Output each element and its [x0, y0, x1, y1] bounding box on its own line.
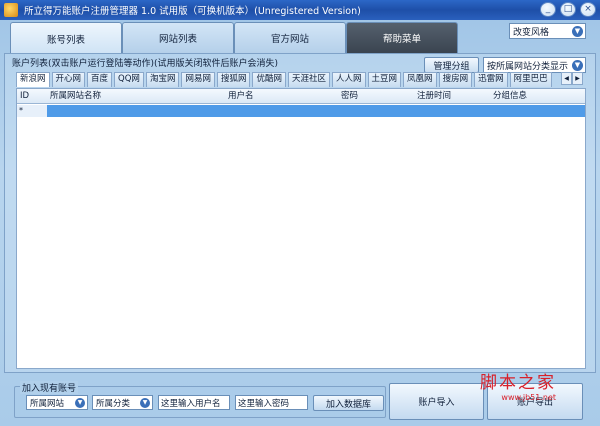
scroll-left-icon[interactable]: ◀	[561, 72, 572, 85]
site-tab[interactable]: 新浪网	[16, 72, 50, 87]
app-icon	[4, 3, 18, 17]
tab-help-menu[interactable]: 帮助菜单	[346, 22, 458, 53]
category-select[interactable]: 所属分类 ▼	[92, 395, 153, 410]
column-header-password[interactable]: 密码	[338, 89, 414, 104]
account-list-caption: 账户列表(双击账户运行登陆等动作)(试用版关闭软件后账户会消失)	[12, 59, 279, 69]
scroll-right-icon[interactable]: ▶	[572, 72, 583, 85]
watermark-url: www.jb51.net	[501, 393, 556, 402]
site-tab[interactable]: 淘宝网	[145, 72, 180, 87]
tab-site-list[interactable]: 网站列表	[122, 22, 234, 53]
site-select[interactable]: 所属网站 ▼	[26, 395, 88, 410]
watermark-text: 脚本之家	[480, 373, 556, 393]
style-select[interactable]: 改变风格 ▼	[509, 23, 586, 39]
site-tab[interactable]: 开心网	[51, 72, 86, 87]
minimize-button[interactable]: _	[540, 2, 556, 17]
new-row-cells[interactable]	[47, 105, 585, 117]
chevron-down-icon: ▼	[140, 398, 150, 408]
site-tab[interactable]: 天涯社区	[288, 72, 331, 87]
site-tab[interactable]: 阿里巴巴	[509, 72, 552, 87]
password-input[interactable]	[235, 395, 308, 410]
group-display-value: 按所属网站分类显示	[487, 61, 569, 72]
window-title: 所立得万能账户注册管理器 1.0 试用版（可换机版本）(Unregistered…	[24, 6, 361, 17]
watermark: 脚本之家 www.jb51.net	[480, 368, 556, 402]
site-tab[interactable]: 优酷网	[252, 72, 286, 87]
site-tab[interactable]: 搜房网	[438, 72, 473, 87]
column-header-reg-time[interactable]: 注册时间	[414, 89, 490, 104]
add-to-database-button[interactable]: 加入数据库	[313, 395, 384, 411]
table-row[interactable]: *	[17, 105, 585, 117]
site-tab[interactable]: 迅雷网	[474, 72, 508, 87]
manage-groups-button[interactable]: 管理分组	[424, 57, 479, 73]
add-account-caption: 加入现有账号	[20, 381, 79, 394]
site-tabs: 新浪网 开心网 百度 QQ网 淘宝网 网易网 搜狐网 优酷网 天涯社区 人人网 …	[16, 72, 572, 87]
maximize-button[interactable]: □	[560, 2, 576, 17]
column-header-username[interactable]: 用户名	[225, 89, 338, 104]
chevron-down-icon: ▼	[572, 26, 583, 37]
site-tab[interactable]: 搜狐网	[216, 72, 251, 87]
site-select-value: 所属网站	[30, 398, 65, 409]
tab-official-site[interactable]: 官方网站	[234, 22, 346, 53]
site-tab[interactable]: 凤凰网	[403, 72, 437, 87]
account-grid[interactable]: ID 所属网站名称 用户名 密码 注册时间 分组信息 *	[16, 88, 586, 369]
new-row-marker: *	[17, 105, 47, 117]
tab-account-list[interactable]: 账号列表	[10, 22, 122, 54]
style-select-value: 改变风格	[513, 27, 550, 38]
chevron-down-icon: ▼	[572, 60, 583, 71]
grid-header: ID 所属网站名称 用户名 密码 注册时间 分组信息	[17, 89, 585, 104]
import-accounts-button[interactable]: 账户导入	[389, 383, 484, 420]
site-tab[interactable]: 人人网	[332, 72, 366, 87]
column-header-group[interactable]: 分组信息	[490, 89, 585, 104]
category-select-value: 所属分类	[96, 398, 131, 409]
column-header-id[interactable]: ID	[17, 89, 47, 104]
close-button[interactable]: ×	[580, 2, 596, 17]
username-input[interactable]	[158, 395, 230, 410]
site-tab[interactable]: 百度	[87, 72, 113, 87]
site-tab[interactable]: QQ网	[114, 72, 144, 87]
tab-scroll-buttons: ◀ ▶	[561, 72, 583, 85]
main-tabs: 账号列表 网站列表 官方网站 帮助菜单	[10, 22, 458, 54]
title-bar: 所立得万能账户注册管理器 1.0 试用版（可换机版本）(Unregistered…	[0, 0, 600, 20]
group-display-select[interactable]: 按所属网站分类显示 ▼	[483, 57, 586, 73]
site-tab[interactable]: 网易网	[181, 72, 215, 87]
chevron-down-icon: ▼	[75, 398, 85, 408]
column-header-site[interactable]: 所属网站名称	[47, 89, 225, 104]
site-tab[interactable]: 土豆网	[367, 72, 402, 87]
